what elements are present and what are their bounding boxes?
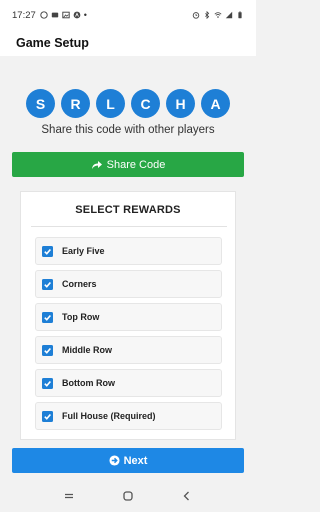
- code-char: S: [26, 89, 55, 118]
- code-char: R: [61, 89, 90, 118]
- bluetooth-icon: [205, 11, 210, 19]
- battery-icon: [238, 11, 242, 19]
- rewards-title: SELECT REWARDS: [75, 204, 181, 216]
- code-char: C: [131, 89, 160, 118]
- reward-corners[interactable]: Corners: [35, 270, 222, 298]
- checkbox-checked-icon[interactable]: [42, 410, 53, 422]
- page-title: Game Setup: [16, 36, 89, 50]
- rewards-card: SELECT REWARDS Early Five Corners Top Ro…: [20, 191, 236, 440]
- share-code-button[interactable]: Share Code: [12, 152, 244, 177]
- arrow-right-circle-icon: [109, 455, 120, 466]
- app-icon: [73, 11, 81, 19]
- signal-icon: [225, 11, 233, 19]
- wifi-icon: [214, 12, 222, 18]
- gallery-icon: [62, 11, 70, 19]
- system-nav-bar: [0, 480, 256, 512]
- next-button[interactable]: Next: [12, 448, 244, 473]
- share-code-label: Share Code: [106, 158, 166, 171]
- reward-bottom-row[interactable]: Bottom Row: [35, 369, 222, 397]
- reward-full-house[interactable]: Full House (Required): [35, 402, 222, 430]
- checkbox-checked-icon[interactable]: [42, 278, 53, 290]
- status-bar: 17:27 •: [0, 0, 256, 30]
- alarm-icon: [192, 12, 200, 19]
- game-code: S R L C H A: [0, 89, 256, 118]
- back-icon[interactable]: [181, 490, 193, 502]
- code-char: A: [201, 89, 230, 118]
- share-instructions: Share this code with other players: [41, 124, 215, 136]
- reward-label: Early Five: [62, 246, 105, 256]
- reward-label: Corners: [62, 279, 97, 289]
- chat-icon: [51, 12, 58, 18]
- checkbox-checked-icon[interactable]: [42, 245, 53, 257]
- next-label: Next: [123, 454, 148, 467]
- code-char: H: [166, 89, 195, 118]
- reward-early-five[interactable]: Early Five: [35, 237, 222, 265]
- reward-label: Top Row: [62, 312, 100, 322]
- checkbox-checked-icon[interactable]: [42, 344, 53, 356]
- reward-label: Full House (Required): [62, 411, 156, 421]
- checkbox-checked-icon[interactable]: [42, 377, 53, 389]
- share-icon: [91, 161, 102, 169]
- app-bar: Game Setup: [0, 30, 256, 56]
- reward-middle-row[interactable]: Middle Row: [35, 336, 222, 364]
- code-char: L: [96, 89, 125, 118]
- checkbox-checked-icon[interactable]: [42, 311, 53, 323]
- whatsapp-icon: [40, 11, 48, 19]
- home-icon[interactable]: [122, 490, 134, 502]
- recents-icon[interactable]: [63, 490, 75, 502]
- reward-top-row[interactable]: Top Row: [35, 303, 222, 331]
- reward-label: Middle Row: [62, 345, 112, 355]
- status-time: 17:27: [12, 9, 36, 21]
- reward-label: Bottom Row: [62, 378, 115, 388]
- divider: [31, 226, 227, 227]
- notification-dot: •: [83, 10, 87, 20]
